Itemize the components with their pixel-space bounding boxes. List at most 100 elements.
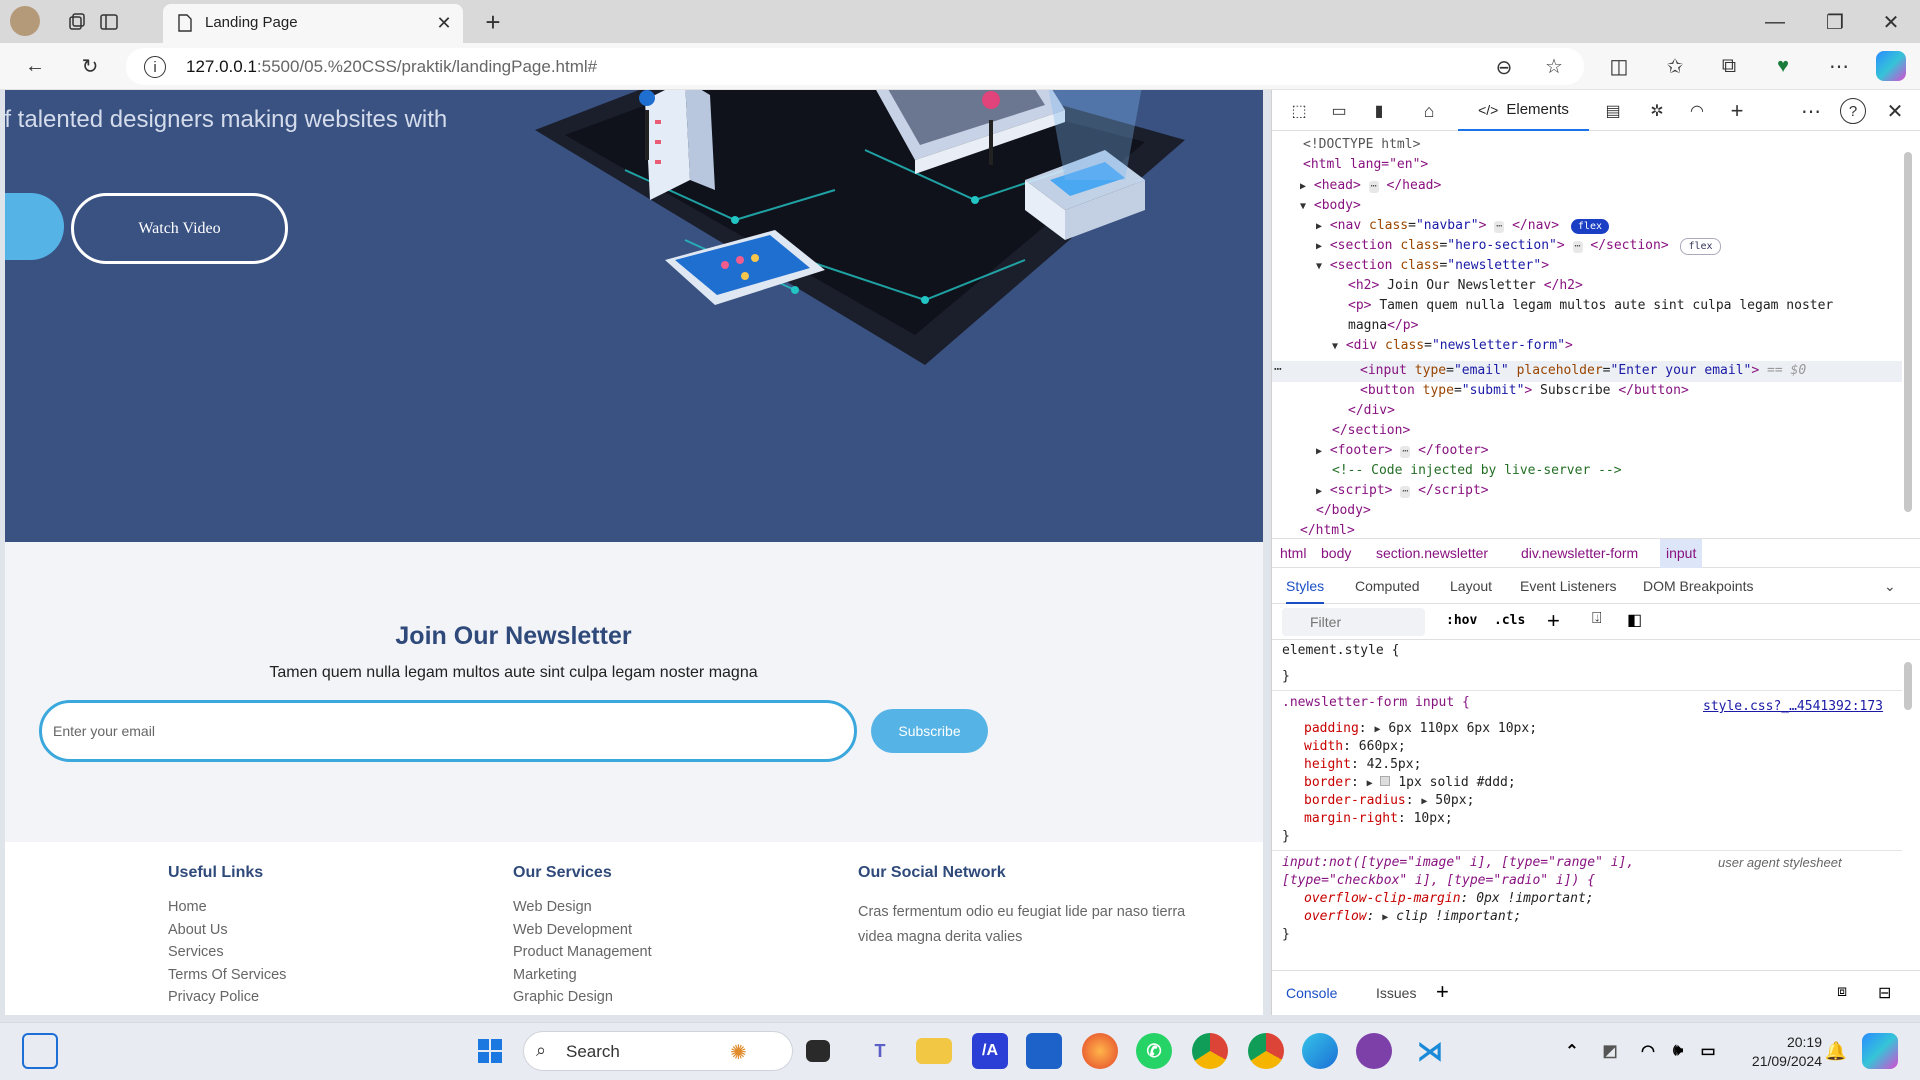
row-actions-ellipsis-icon[interactable]: ⋯ — [1274, 360, 1282, 380]
dom-line-input-selected[interactable]: <input type="email" placeholder="Enter y… — [1360, 361, 1806, 381]
edge-icon[interactable] — [1302, 1033, 1338, 1069]
vscode-like-icon[interactable]: /A — [972, 1033, 1008, 1069]
dock-side-icon[interactable]: ▮ — [1366, 98, 1392, 124]
teams-icon[interactable]: T — [862, 1033, 898, 1069]
tray-app-icon[interactable]: ◩ — [1592, 1033, 1628, 1069]
zoom-out-icon[interactable]: ⊖ — [1492, 55, 1516, 79]
expand-triangle-icon[interactable]: ▶ — [1316, 221, 1322, 232]
chrome-icon[interactable] — [1192, 1033, 1228, 1069]
cls-button[interactable]: .cls — [1494, 613, 1525, 628]
footer-link-web-design[interactable]: Web Design — [513, 896, 652, 919]
tab-styles[interactable]: Styles — [1286, 568, 1325, 604]
favorites-icon[interactable]: ✩ — [1660, 51, 1690, 81]
store-icon[interactable] — [1026, 1033, 1062, 1069]
notification-bell-icon[interactable]: 🔔 — [1818, 1033, 1854, 1069]
close-window-icon[interactable]: ✕ — [1876, 8, 1906, 36]
url-text[interactable]: 127.0.0.1:5500/05.%20CSS/praktik/landing… — [186, 57, 597, 77]
new-tab-icon[interactable]: + — [478, 7, 508, 37]
rule-source-link[interactable]: style.css?_…4541392:173 — [1703, 698, 1883, 716]
windows-start-icon[interactable] — [472, 1033, 508, 1069]
task-view-icon[interactable] — [806, 1040, 830, 1062]
device-toolbar-icon[interactable]: ▭ — [1326, 98, 1352, 124]
dom-line-newsletter-section[interactable]: ▼ <section class="newsletter"> — [1316, 256, 1549, 276]
dom-scrollbar[interactable] — [1904, 152, 1912, 512]
close-drawer-icon[interactable]: ⊟ — [1878, 983, 1891, 1003]
workspaces-icon[interactable] — [63, 8, 91, 36]
hov-button[interactable]: :hov — [1446, 613, 1477, 628]
css-prop-margin-right[interactable]: margin-right: 10px; — [1304, 810, 1453, 828]
footer-link-graphic-design[interactable]: Graphic Design — [513, 986, 652, 1009]
more-options-icon[interactable]: ⋯ — [1824, 51, 1854, 81]
dom-line-newsletter-form[interactable]: ▼ <div class="newsletter-form"> — [1332, 336, 1573, 356]
watch-video-button[interactable]: Watch Video — [71, 193, 288, 264]
breadcrumb-input[interactable]: input — [1660, 539, 1703, 568]
filter-input[interactable] — [1282, 608, 1425, 636]
dom-line-footer[interactable]: ▶ <footer> ⋯ </footer> — [1316, 441, 1489, 461]
expand-triangle-icon[interactable]: ▶ — [1300, 181, 1306, 192]
css-prop-width[interactable]: width: 660px; — [1304, 738, 1406, 756]
network-wifi-icon[interactable]: ◠ — [1684, 98, 1710, 124]
toggle-sidebar-icon[interactable]: ◧ — [1627, 610, 1642, 630]
maximize-icon[interactable]: ❐ — [1820, 8, 1850, 36]
subscribe-button[interactable]: Subscribe — [871, 709, 988, 753]
firefox-icon[interactable] — [1082, 1033, 1118, 1069]
tab-event-listeners[interactable]: Event Listeners — [1520, 568, 1617, 604]
inspect-icon[interactable]: ⬚ — [1286, 98, 1312, 124]
add-drawer-tab-icon[interactable]: + — [1436, 979, 1449, 1005]
dom-line-hero-section[interactable]: ▶ <section class="hero-section"> ⋯ </sec… — [1316, 236, 1721, 256]
vscode-icon[interactable]: ⋊ — [1412, 1033, 1448, 1069]
css-prop-overflow[interactable]: overflow: ▶ clip !important; — [1304, 908, 1521, 926]
breadcrumb-section[interactable]: section.newsletter — [1370, 539, 1494, 568]
flex-badge[interactable]: flex — [1570, 219, 1609, 234]
dom-line-p-cont[interactable]: magna</p> — [1348, 316, 1418, 336]
widgets-icon[interactable] — [22, 1033, 58, 1069]
minimize-icon[interactable]: — — [1760, 8, 1790, 36]
get-started-button[interactable] — [5, 193, 64, 260]
file-explorer-icon[interactable] — [916, 1038, 952, 1064]
footer-link-privacy[interactable]: Privacy Police — [168, 986, 286, 1009]
chrome-profile-icon[interactable] — [1248, 1033, 1284, 1069]
dom-line-doctype[interactable]: <!DOCTYPE html> — [1303, 135, 1420, 155]
dom-line-section-close[interactable]: </section> — [1332, 421, 1410, 441]
help-icon[interactable]: ? — [1840, 98, 1866, 124]
devtools-more-icon[interactable]: ⋯ — [1798, 98, 1824, 124]
css-prop-border[interactable]: border: ▶ 1px solid #ddd; — [1304, 774, 1516, 792]
ua-rule-selector[interactable]: input:not([type="image" i], [type="range… — [1282, 854, 1634, 872]
favorite-star-icon[interactable]: ☆ — [1542, 54, 1566, 78]
dom-line-html[interactable]: <html lang="en"> — [1303, 155, 1428, 175]
dom-tree[interactable]: <!DOCTYPE html> <html lang="en"> ▶ <head… — [1272, 132, 1920, 538]
ellipsis-badge[interactable]: ⋯ — [1368, 181, 1379, 193]
back-icon[interactable]: ← — [20, 51, 50, 81]
dom-line-p[interactable]: <p> Tamen quem nulla legam multos aute s… — [1348, 296, 1833, 316]
dom-line-body-close[interactable]: </body> — [1316, 501, 1371, 521]
dom-line-div-close[interactable]: </div> — [1348, 401, 1395, 421]
ellipsis-badge[interactable]: ⋯ — [1400, 486, 1411, 498]
copilot-pre-icon[interactable] — [1862, 1033, 1898, 1069]
footer-link-terms[interactable]: Terms Of Services — [168, 964, 286, 987]
url-box[interactable]: i 127.0.0.1:5500/05.%20CSS/praktik/landi… — [126, 48, 1584, 85]
css-prop-overflow-clip-margin[interactable]: overflow-clip-margin: 0px !important; — [1304, 890, 1594, 908]
split-screen-icon[interactable]: ◫ — [1604, 51, 1634, 81]
refresh-icon[interactable]: ↻ — [75, 51, 105, 81]
expand-triangle-icon[interactable]: ▶ — [1316, 486, 1322, 497]
battery-icon[interactable]: ▭ — [1690, 1033, 1726, 1069]
footer-link-web-development[interactable]: Web Development — [513, 919, 652, 942]
collapse-triangle-icon[interactable]: ▼ — [1332, 341, 1338, 352]
clock[interactable]: 20:19 21/09/2024 — [1732, 1033, 1822, 1071]
footer-link-marketing[interactable]: Marketing — [513, 964, 652, 987]
tab-console[interactable]: Console — [1286, 985, 1337, 1001]
collections-icon[interactable]: ⧉ — [1714, 51, 1744, 81]
ellipsis-badge[interactable]: ⋯ — [1400, 446, 1411, 458]
dom-line-script[interactable]: ▶ <script> ⋯ </script> — [1316, 481, 1489, 501]
tab-dom-breakpoints[interactable]: DOM Breakpoints — [1643, 568, 1753, 604]
tab-issues[interactable]: Issues — [1376, 985, 1416, 1001]
footer-link-product-management[interactable]: Product Management — [513, 941, 652, 964]
tab-elements[interactable]: </> Elements — [1458, 90, 1589, 131]
styles-scrollbar[interactable] — [1904, 662, 1912, 710]
close-devtools-icon[interactable]: ✕ — [1882, 98, 1908, 124]
more-tools-plus-icon[interactable]: + — [1724, 98, 1750, 124]
color-swatch[interactable] — [1380, 776, 1391, 786]
dom-line-nav[interactable]: ▶ <nav class="navbar"> ⋯ </nav> flex — [1316, 216, 1609, 236]
expand-triangle-icon[interactable]: ▶ — [1316, 241, 1322, 252]
close-tab-icon[interactable]: ✕ — [433, 12, 455, 34]
